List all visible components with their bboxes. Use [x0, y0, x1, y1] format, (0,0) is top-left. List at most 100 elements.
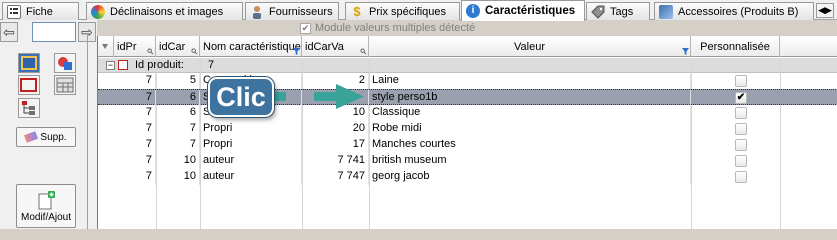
- table-row[interactable]: 7 10 auteur 7 747 georg jacob: [98, 169, 837, 185]
- column-label: Personnalisée: [700, 40, 770, 53]
- filter-icon[interactable]: [682, 48, 689, 55]
- cell-nom[interactable]: Propri: [200, 121, 302, 137]
- cell-idcarval[interactable]: 7 747: [302, 169, 369, 185]
- column-label: Valeur: [514, 40, 545, 53]
- cell-idcarval[interactable]: 20: [302, 121, 369, 137]
- tree-structure-icon[interactable]: [18, 98, 40, 118]
- column-header-nom[interactable]: Nom caractéristique: [200, 36, 302, 57]
- personnalisee-checkbox[interactable]: [735, 107, 747, 119]
- collapse-icon[interactable]: −: [106, 61, 115, 70]
- multi-value-checkbox[interactable]: ✔: [300, 22, 311, 34]
- column-label: idPr: [117, 40, 137, 53]
- delete-button-label: Supp.: [40, 131, 67, 143]
- cell-idpr[interactable]: 7: [98, 73, 156, 89]
- tab-label: Accessoires (Produits B): [678, 5, 799, 18]
- characteristics-grid: idPr idCar Nom caractéristique idCarVa V…: [97, 36, 837, 229]
- cell-idpr[interactable]: 7: [98, 137, 156, 153]
- cell-idpr[interactable]: 7: [98, 169, 156, 185]
- personnalisee-checkbox[interactable]: [735, 75, 747, 87]
- personnalisee-checkbox[interactable]: [735, 123, 747, 135]
- tag-icon: [591, 5, 605, 19]
- table-row[interactable]: 7 7 Propri 20 Robe midi: [98, 121, 837, 137]
- accessories-icon: [659, 4, 673, 19]
- group-value: 7: [208, 59, 215, 71]
- group-row[interactable]: − Id produit: 7: [98, 58, 837, 73]
- column-header-idcarval[interactable]: idCarVa: [302, 36, 369, 57]
- color-wheel-icon: [91, 4, 105, 19]
- cell-idcar[interactable]: 5: [156, 73, 200, 89]
- cell-idpr[interactable]: 7: [98, 153, 156, 169]
- tab-strip: Fiche Déclinaisons et images Fournisseur…: [0, 0, 837, 21]
- tab-prix-specifiques[interactable]: $ Prix spécifiques: [345, 2, 460, 20]
- delete-button[interactable]: Supp.: [16, 127, 76, 147]
- cell-valeur[interactable]: Manches courtes: [369, 137, 691, 153]
- modify-add-button[interactable]: Modif/Ajout: [16, 184, 76, 228]
- cell-nom[interactable]: Propri: [200, 137, 302, 153]
- column-header-idcar[interactable]: idCar: [156, 36, 200, 57]
- cell-idcar[interactable]: 6: [156, 105, 200, 121]
- cell-valeur[interactable]: british museum: [369, 153, 691, 169]
- cell-valeur[interactable]: georg jacob: [369, 169, 691, 185]
- tab-declinaisons[interactable]: Déclinaisons et images: [86, 2, 243, 20]
- cell-idpr[interactable]: 7: [98, 121, 156, 137]
- column-header-personnalisee[interactable]: Personnalisée: [691, 36, 780, 57]
- tab-tags[interactable]: Tags: [586, 2, 650, 20]
- cell-valeur[interactable]: Laine: [369, 73, 691, 89]
- tab-fournisseurs[interactable]: Fournisseurs: [245, 2, 339, 20]
- group-label: Id produit:: [135, 59, 184, 71]
- cell-valeur[interactable]: Classique: [369, 105, 691, 121]
- select-region-icon[interactable]: [18, 75, 40, 95]
- cell-valeur[interactable]: Robe midi: [369, 121, 691, 137]
- dollar-icon: $: [353, 3, 361, 19]
- tab-label: Fournisseurs: [269, 5, 333, 18]
- tab-label: Caractéristiques: [485, 5, 576, 17]
- tab-caracteristiques[interactable]: i Caractéristiques: [461, 0, 585, 21]
- personnalisee-checkbox[interactable]: ✔: [735, 92, 747, 104]
- cell-nom[interactable]: auteur: [200, 169, 302, 185]
- cell-idcarval[interactable]: 17: [302, 137, 369, 153]
- search-icon[interactable]: [147, 48, 154, 55]
- cell-idpr[interactable]: 7: [98, 90, 156, 106]
- cell-idcar[interactable]: 10: [156, 153, 200, 169]
- calculator-icon[interactable]: [54, 75, 76, 95]
- previous-arrow-icon[interactable]: ⇦: [0, 22, 18, 42]
- cell-idcar[interactable]: 6: [156, 90, 200, 106]
- eraser-icon: [24, 131, 39, 143]
- tab-accessoires[interactable]: Accessoires (Produits B): [654, 2, 814, 20]
- tab-label: Tags: [610, 5, 634, 18]
- tab-scroll-button[interactable]: ◀▶: [816, 3, 834, 18]
- cell-idpr[interactable]: 7: [98, 105, 156, 121]
- personnalisee-checkbox[interactable]: [735, 139, 747, 151]
- cell-idcarval[interactable]: 7 741: [302, 153, 369, 169]
- person-icon: [250, 5, 264, 19]
- column-label: Nom caractéristique: [203, 40, 301, 53]
- group-icon: [118, 60, 128, 70]
- annotation-callout: Clic: [208, 77, 274, 117]
- table-row[interactable]: 7 7 Propri 17 Manches courtes: [98, 137, 837, 153]
- search-icon[interactable]: [191, 48, 198, 55]
- column-header-idpr[interactable]: idPr: [114, 36, 156, 57]
- cell-nom[interactable]: auteur: [200, 153, 302, 169]
- cell-idcar[interactable]: 7: [156, 121, 200, 137]
- grid-header: idPr idCar Nom caractéristique idCarVa V…: [98, 36, 837, 57]
- cell-valeur[interactable]: style perso1b: [369, 90, 691, 106]
- shapes-icon[interactable]: [54, 53, 76, 73]
- tab-label: Fiche: [26, 5, 53, 18]
- divider: [87, 34, 88, 229]
- personnalisee-checkbox[interactable]: [735, 155, 747, 167]
- column-header-valeur[interactable]: Valeur: [369, 36, 691, 57]
- multi-value-option[interactable]: ✔ Module valeurs multiples détecté: [300, 21, 475, 35]
- tab-label: Déclinaisons et images: [110, 5, 224, 18]
- table-row[interactable]: 7 10 auteur 7 741 british museum: [98, 153, 837, 169]
- tab-fiche[interactable]: Fiche: [2, 2, 79, 20]
- personnalisee-checkbox[interactable]: [735, 171, 747, 183]
- grid-export-icon[interactable]: [18, 53, 40, 73]
- cell-idcar[interactable]: 7: [156, 137, 200, 153]
- cell-idcar[interactable]: 10: [156, 169, 200, 185]
- search-icon[interactable]: [360, 48, 367, 55]
- annotation-arrow-icon: [272, 84, 364, 109]
- column-label: idCar: [159, 40, 186, 53]
- filter-icon[interactable]: [293, 48, 300, 55]
- page-field[interactable]: [32, 22, 76, 42]
- modify-add-label: Modif/Ajout: [20, 211, 72, 223]
